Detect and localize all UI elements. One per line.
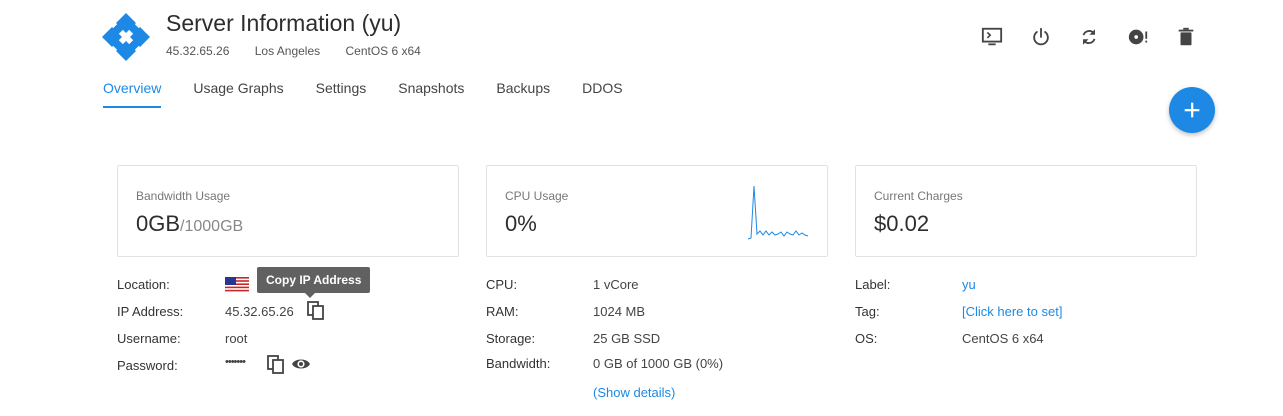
storage-value: 25 GB SSD bbox=[593, 331, 661, 346]
reinstall-icon[interactable] bbox=[1127, 26, 1149, 48]
tab-settings[interactable]: Settings bbox=[316, 80, 367, 108]
username-label: Username: bbox=[117, 331, 181, 346]
tab-snapshots[interactable]: Snapshots bbox=[398, 80, 464, 108]
bandwidth-total: /1000GB bbox=[180, 218, 244, 235]
charges-card-label: Current Charges bbox=[874, 189, 963, 203]
tab-usage-graphs[interactable]: Usage Graphs bbox=[193, 80, 283, 108]
ip-address-value: 45.32.65.26 bbox=[225, 304, 294, 319]
copy-password-icon[interactable] bbox=[266, 354, 286, 376]
username-value: root bbox=[225, 331, 248, 346]
cpu-card-value: 0% bbox=[505, 211, 537, 236]
ip-address-label: IP Address: bbox=[117, 304, 184, 319]
location-label: Location: bbox=[117, 277, 170, 292]
plus-icon bbox=[1184, 102, 1200, 118]
bandwidth-card-value: 0GB/1000GB bbox=[136, 211, 243, 237]
bandwidth-card: Bandwidth Usage 0GB/1000GB bbox=[117, 165, 459, 257]
tab-overview[interactable]: Overview bbox=[103, 80, 162, 108]
header-ip: 45.32.65.26 bbox=[166, 44, 230, 58]
us-flag-icon bbox=[225, 277, 249, 292]
tab-backups[interactable]: Backups bbox=[496, 80, 550, 108]
console-icon[interactable] bbox=[981, 26, 1003, 48]
tag-label: Tag: bbox=[855, 304, 880, 319]
password-value: ••••••• bbox=[225, 356, 246, 368]
bandwidth-value: 0 GB of 1000 GB (0%) bbox=[593, 356, 724, 371]
show-details-link[interactable]: (Show details) bbox=[593, 385, 675, 400]
power-icon[interactable] bbox=[1030, 26, 1052, 48]
page-title: Server Information (yu) bbox=[166, 10, 402, 36]
password-label: Password: bbox=[117, 358, 178, 373]
trash-icon[interactable] bbox=[1175, 26, 1197, 48]
os-value: CentOS 6 x64 bbox=[962, 331, 1044, 346]
copy-ip-tooltip: Copy IP Address bbox=[257, 267, 371, 298]
os-label: OS: bbox=[855, 331, 878, 346]
cpu-sparkline bbox=[747, 185, 809, 240]
cpu-value: 1 vCore bbox=[593, 277, 639, 292]
server-subtitle: 45.32.65.26 Los Angeles CentOS 6 x64 bbox=[166, 44, 443, 58]
tab-bar: Overview Usage Graphs Settings Snapshots… bbox=[103, 80, 655, 108]
cpu-card-label: CPU Usage bbox=[505, 189, 569, 203]
header-location: Los Angeles bbox=[254, 44, 321, 58]
bandwidth-used: 0GB bbox=[136, 211, 181, 236]
copy-ip-icon[interactable] bbox=[306, 300, 326, 322]
bandwidth-label: Bandwidth: bbox=[486, 356, 551, 371]
ram-label: RAM: bbox=[486, 304, 519, 319]
header-os: CentOS 6 x64 bbox=[345, 44, 421, 58]
add-button[interactable] bbox=[1169, 87, 1215, 133]
server-logo-icon bbox=[102, 13, 150, 61]
show-password-icon[interactable] bbox=[291, 357, 311, 371]
tab-ddos[interactable]: DDOS bbox=[582, 80, 622, 108]
label-label: Label: bbox=[855, 277, 891, 292]
server-actions bbox=[981, 26, 1224, 48]
bandwidth-card-label: Bandwidth Usage bbox=[136, 189, 231, 203]
server-label-link[interactable]: yu bbox=[962, 277, 976, 292]
charges-card: Current Charges $0.02 bbox=[855, 165, 1197, 257]
cpu-label: CPU: bbox=[486, 277, 518, 292]
storage-label: Storage: bbox=[486, 331, 536, 346]
restart-icon[interactable] bbox=[1078, 26, 1100, 48]
ram-value: 1024 MB bbox=[593, 304, 646, 319]
charges-card-value: $0.02 bbox=[874, 211, 930, 236]
cpu-card: CPU Usage 0% bbox=[486, 165, 828, 257]
set-tag-link[interactable]: [Click here to set] bbox=[962, 304, 1062, 319]
